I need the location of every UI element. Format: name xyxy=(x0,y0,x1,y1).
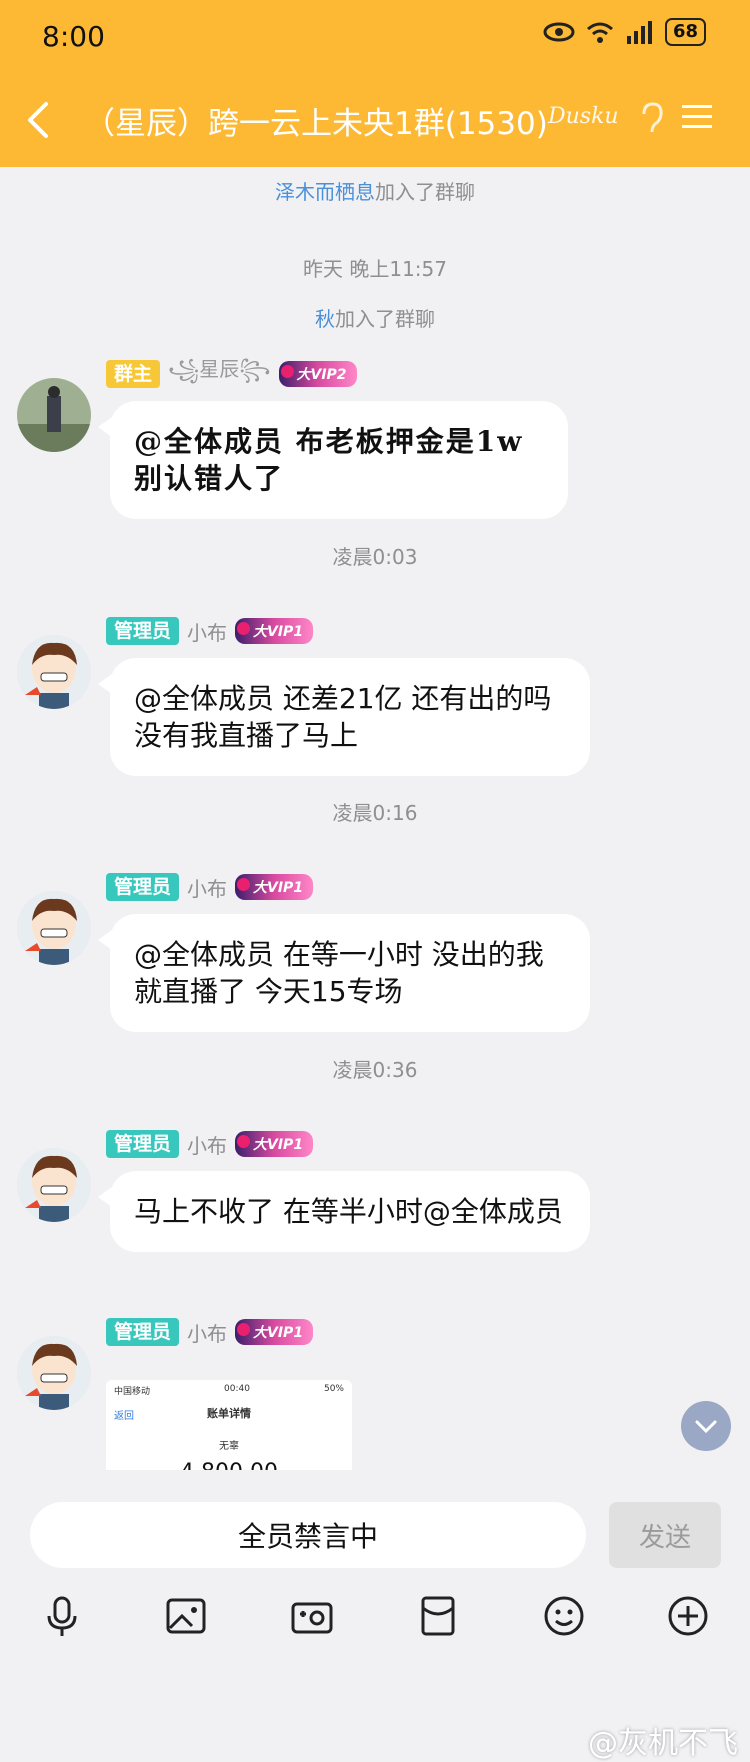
avatar[interactable] xyxy=(17,1148,91,1222)
group-title[interactable]: （星辰）跨一云上未央1群(1530) xyxy=(84,98,548,143)
timestamp: 昨天 晚上11:57 xyxy=(303,257,447,281)
send-button[interactable]: 发送 xyxy=(609,1502,721,1568)
avatar[interactable] xyxy=(17,635,91,709)
admin-badge: 管理员 xyxy=(106,873,180,901)
screenshot-navbar: 返回 账单详情 xyxy=(114,1407,251,1422)
screenshot-amount: 4,800.00 xyxy=(106,1460,352,1470)
vip-badge: 大VIP1 xyxy=(235,1319,314,1345)
message-meta: 管理员 小布 大VIP1 xyxy=(106,872,314,902)
emoji-icon[interactable] xyxy=(540,1592,588,1640)
image-message[interactable]: 中国移动 00:40 50% 返回 账单详情 无辜 4,800.00 xyxy=(106,1380,352,1470)
owner-badge: 群主 xyxy=(106,360,161,388)
sender-nickname[interactable]: ꧁星辰꧂ xyxy=(168,353,270,395)
system-message: 秋加入了群聊 xyxy=(315,307,435,331)
chevron-down-icon xyxy=(695,1420,717,1434)
battery-indicator: 68 xyxy=(664,18,706,46)
wifi-icon xyxy=(586,22,613,43)
member-name-link[interactable]: 泽木而栖息 xyxy=(275,180,375,204)
admin-badge: 管理员 xyxy=(106,1318,180,1346)
signal-icon xyxy=(626,21,652,44)
member-name-link[interactable]: 秋 xyxy=(315,307,335,331)
avatar[interactable] xyxy=(17,1336,91,1410)
message-bubble[interactable]: @全体成员 还差21亿 还有出的吗 没有我直播了马上 xyxy=(98,658,590,776)
screenshot-payee: 无辜 xyxy=(219,1441,239,1452)
vip-badge: 大VIP1 xyxy=(235,618,314,644)
message-meta: 管理员 小布 大VIP1 xyxy=(106,616,314,646)
message-meta: 群主 ꧁星辰꧂ 大VIP2 xyxy=(106,357,357,389)
status-bar: 8:00 68 xyxy=(0,0,750,72)
admin-badge: 管理员 xyxy=(106,1130,180,1158)
avatar[interactable] xyxy=(17,378,91,452)
message-meta: 管理员 小布 大VIP1 xyxy=(106,1129,314,1159)
message-bubble[interactable]: @全体成员 布老板押金是1w 别认错人了 xyxy=(98,401,568,519)
title-logo: Dusku xyxy=(548,104,619,129)
sender-nickname[interactable]: 小布 xyxy=(187,1318,227,1347)
timestamp: 凌晨0:36 xyxy=(332,1058,418,1082)
vip-badge: 大VIP2 xyxy=(278,361,357,387)
menu-icon[interactable] xyxy=(680,102,714,132)
scroll-to-bottom-button[interactable] xyxy=(681,1401,731,1451)
watermark: @灰机不飞 xyxy=(588,1726,738,1761)
message-bubble[interactable]: 马上不收了 在等半小时@全体成员 xyxy=(98,1171,590,1252)
message-meta: 管理员 小布 大VIP1 xyxy=(106,1317,314,1347)
eye-icon xyxy=(543,22,575,42)
camera-icon[interactable] xyxy=(288,1592,336,1640)
screenshot-statusbar: 中国移动 00:40 50% xyxy=(114,1384,344,1397)
input-toolbar: @灰机不飞 xyxy=(0,1592,750,1761)
ear-icon[interactable] xyxy=(640,102,664,136)
input-bar: 全员禁言中 发送 @灰机不飞 xyxy=(0,1470,750,1761)
sender-nickname[interactable]: 小布 xyxy=(187,617,227,646)
message-input-muted[interactable]: 全员禁言中 xyxy=(30,1502,586,1568)
avatar[interactable] xyxy=(17,891,91,965)
message-bubble[interactable]: @全体成员 在等一小时 没出的我就直播了 今天15专场 xyxy=(98,914,590,1032)
sender-nickname[interactable]: 小布 xyxy=(187,873,227,902)
status-icons: 68 xyxy=(543,18,706,46)
back-arrow-icon[interactable] xyxy=(22,100,58,140)
timestamp: 凌晨0:16 xyxy=(332,801,418,825)
admin-badge: 管理员 xyxy=(106,617,180,645)
microphone-icon[interactable] xyxy=(38,1592,86,1640)
sender-nickname[interactable]: 小布 xyxy=(187,1130,227,1159)
status-time: 8:00 xyxy=(42,20,105,53)
photo-icon[interactable] xyxy=(162,1592,210,1640)
vip-badge: 大VIP1 xyxy=(235,1131,314,1157)
chat-header: （星辰）跨一云上未央1群(1530) Dusku xyxy=(0,72,750,167)
red-packet-icon[interactable] xyxy=(414,1592,462,1640)
vip-badge: 大VIP1 xyxy=(235,874,314,900)
more-plus-icon[interactable] xyxy=(664,1592,712,1640)
timestamp: 凌晨0:03 xyxy=(332,545,418,569)
system-message: 泽木而栖息加入了群聊 xyxy=(275,180,475,204)
message-list[interactable]: 泽木而栖息加入了群聊 昨天 晚上11:57 秋加入了群聊 群主 ꧁星辰꧂ 大VI… xyxy=(0,167,750,1470)
